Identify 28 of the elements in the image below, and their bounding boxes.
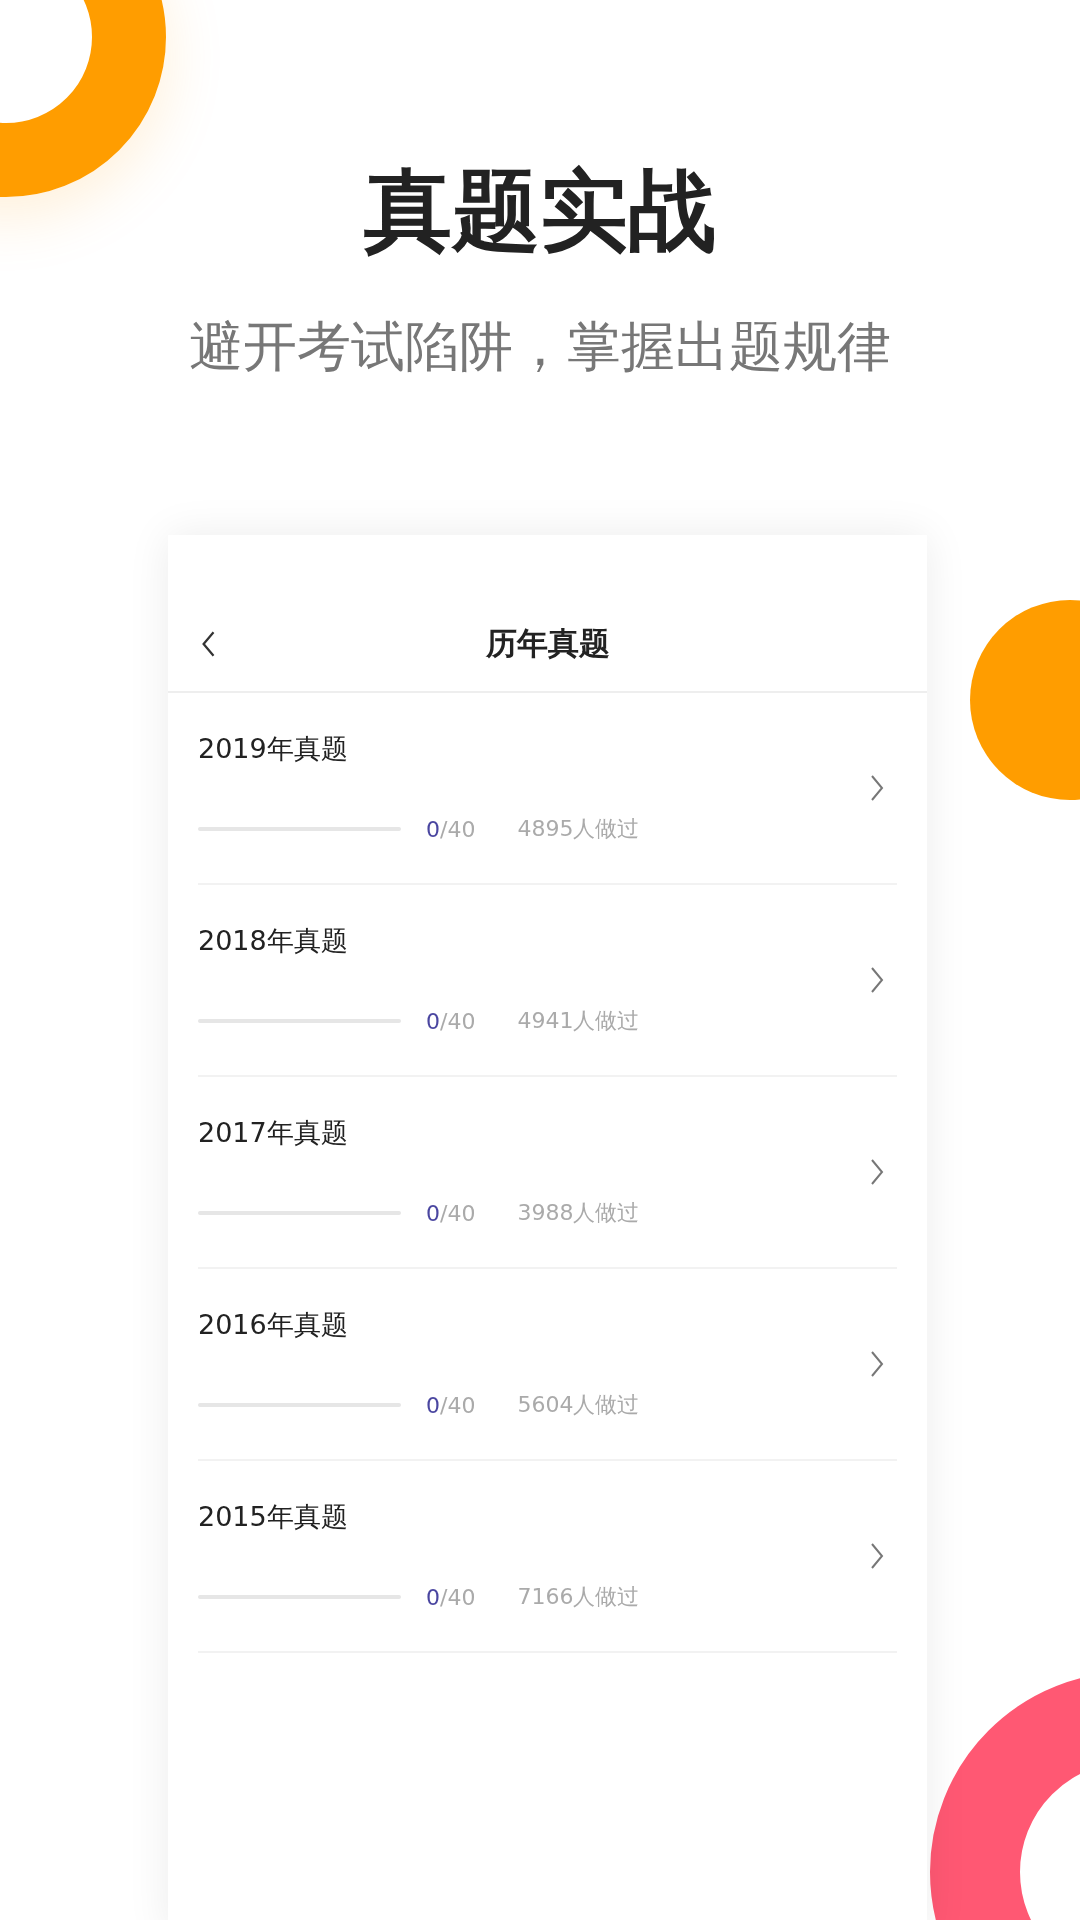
progress-count: 0/40: [426, 816, 476, 842]
participant-count: 4895人做过: [517, 815, 640, 843]
participant-count: 5604人做过: [517, 1391, 640, 1419]
exam-list-item[interactable]: 2017年真题 0/40 3988人做过: [198, 1077, 897, 1269]
progress-count: 0/40: [426, 1008, 476, 1034]
participant-count: 7166人做过: [517, 1583, 640, 1611]
headline: 真题实战: [364, 158, 716, 264]
chevron-right-icon: [869, 1349, 885, 1379]
exam-list-item[interactable]: 2019年真题 0/40 4895人做过: [198, 693, 897, 885]
progress-count: 0/40: [426, 1584, 476, 1610]
exam-list-item[interactable]: 2016年真题 0/40 5604人做过: [198, 1269, 897, 1461]
exam-title: 2018年真题: [198, 924, 349, 958]
chevron-right-icon: [869, 773, 885, 803]
exam-list-item[interactable]: 2018年真题 0/40 4941人做过: [198, 885, 897, 1077]
chevron-right-icon: [869, 1157, 885, 1187]
exam-title: 2016年真题: [198, 1308, 349, 1342]
exam-title: 2019年真题: [198, 732, 349, 766]
tagline: 避开考试陷阱，掌握出题规律: [188, 314, 892, 380]
participant-count: 4941人做过: [517, 1007, 640, 1035]
chevron-right-icon: [869, 1541, 885, 1571]
screen-title: 历年真题: [484, 624, 611, 663]
exam-title: 2017年真题: [198, 1116, 349, 1150]
participant-count: 3988人做过: [517, 1199, 640, 1227]
exam-list-item[interactable]: 2015年真题 0/40 7166人做过: [198, 1461, 897, 1653]
progress-count: 0/40: [426, 1200, 476, 1226]
exam-title: 2015年真题: [198, 1500, 349, 1534]
chevron-right-icon: [869, 965, 885, 995]
progress-count: 0/40: [426, 1392, 476, 1418]
